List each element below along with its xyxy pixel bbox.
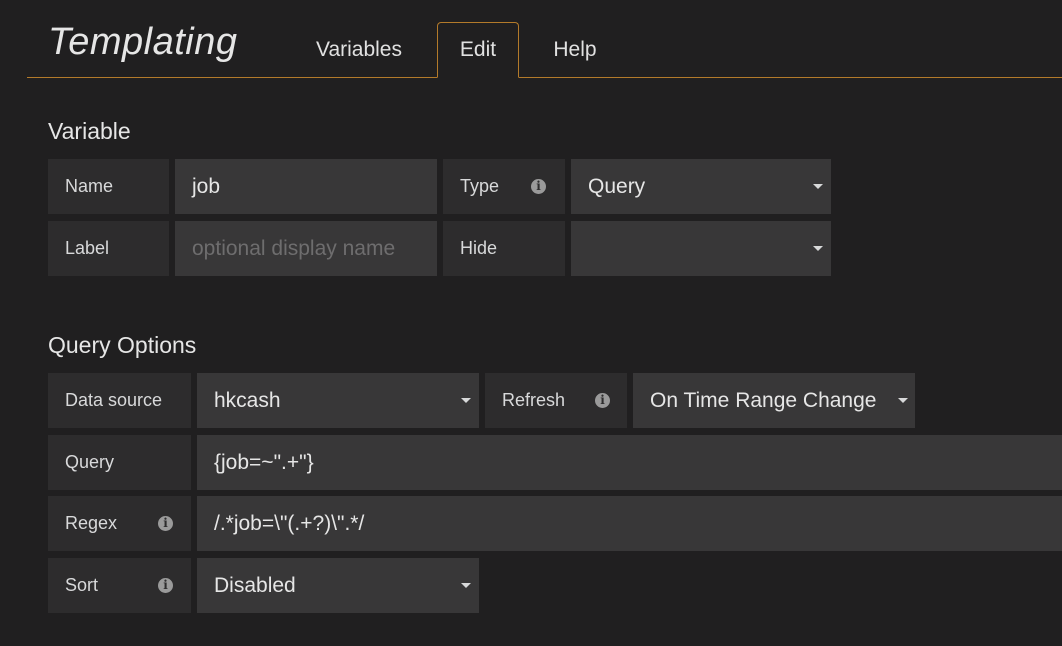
type-label: Type [460,176,500,196]
type-label-cell: Type i [443,159,565,214]
query-label: Query [48,435,191,490]
info-icon[interactable]: i [158,578,173,593]
header: Templating Variables Edit Help [27,0,1062,78]
refresh-select-value: On Time Range Change [650,389,877,412]
datasource-label: Data source [48,373,191,428]
refresh-select[interactable]: On Time Range Change [633,373,915,428]
variable-section-title: Variable [48,118,131,144]
chevron-down-icon [461,583,471,588]
regex-input[interactable]: /.*job=\"(.+?)\".*/ [197,496,1062,551]
refresh-label-cell: Refresh i [485,373,627,428]
type-select[interactable]: Query [571,159,831,214]
refresh-label: Refresh [502,390,566,410]
name-input[interactable]: job [175,159,437,214]
query-options-section-title: Query Options [48,332,197,358]
chevron-down-icon [813,184,823,189]
chevron-down-icon [813,246,823,251]
datasource-select-value: hkcash [214,389,281,412]
hide-select[interactable] [571,221,831,276]
label-label: Label [48,221,169,276]
chevron-down-icon [898,398,908,403]
label-input[interactable]: optional display name [175,221,437,276]
sort-label-cell: Sort i [48,558,191,613]
info-icon[interactable]: i [531,179,546,194]
hide-label: Hide [443,221,565,276]
regex-label: Regex [65,513,118,533]
tab-help[interactable]: Help [537,23,613,77]
name-label: Name [48,159,169,214]
tab-edit[interactable]: Edit [437,22,519,78]
sort-select-value: Disabled [214,574,296,597]
chevron-down-icon [461,398,471,403]
datasource-select[interactable]: hkcash [197,373,479,428]
tab-variables[interactable]: Variables [297,23,421,77]
query-input[interactable]: {job=~".+"} [197,435,1062,490]
type-select-value: Query [588,175,646,198]
info-icon[interactable]: i [158,516,173,531]
sort-select[interactable]: Disabled [197,558,479,613]
page-title: Templating [48,21,238,63]
sort-label: Sort [65,575,99,595]
info-icon[interactable]: i [595,393,610,408]
regex-label-cell: Regex i [48,496,191,551]
